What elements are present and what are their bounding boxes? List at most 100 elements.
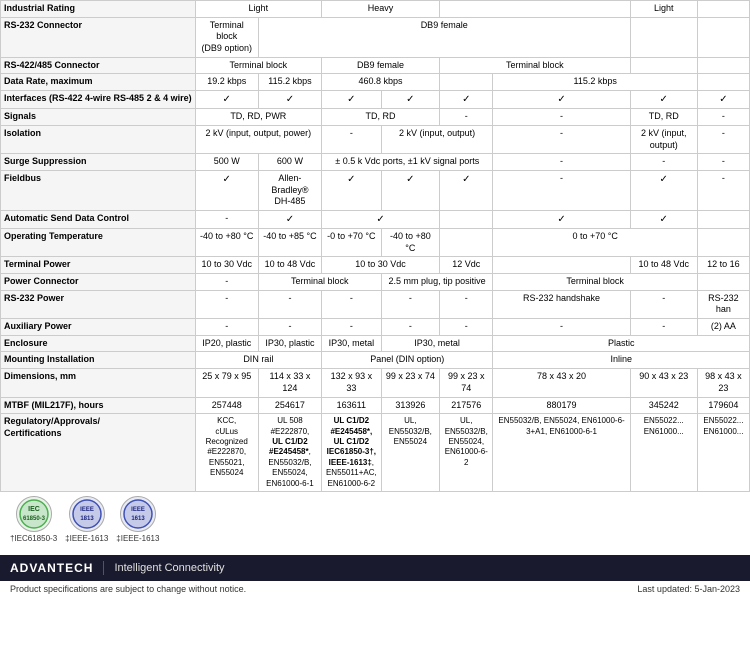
table-cell: ✓ — [381, 170, 439, 210]
table-cell: -40 to +80 °C — [381, 228, 439, 256]
iec-icon: IEC 61850-3 — [16, 496, 52, 532]
table-cell: 10 to 30 Vdc — [195, 257, 258, 274]
row-header: Automatic Send Data Control — [1, 210, 196, 228]
table-cell: 99 x 23 x 74 — [440, 369, 493, 397]
table-cell: - — [493, 154, 630, 171]
table-cell: 98 x 43 x 23 — [697, 369, 749, 397]
row-header: Regulatory/Approvals/Certifications — [1, 414, 196, 492]
table-cell: - — [195, 290, 258, 318]
svg-text:IEC: IEC — [28, 506, 40, 513]
table-cell: Light — [630, 1, 697, 18]
specifications-table: Industrial Rating Light Heavy Light RS-2… — [0, 0, 750, 492]
svg-text:IEEE: IEEE — [131, 507, 145, 513]
table-row: Dimensions, mm 25 x 79 x 95 114 x 33 x 1… — [1, 369, 750, 397]
table-cell — [630, 17, 697, 57]
table-cell: RS-232 handshake — [493, 290, 630, 318]
iec-label: †IEC61850-3 — [10, 534, 57, 543]
table-cell: TD, RD — [630, 109, 697, 126]
table-cell: ✓ — [258, 91, 321, 109]
table-cell: 257448 — [195, 397, 258, 414]
table-cell: 0 to +70 °C — [493, 228, 697, 256]
table-cell — [630, 57, 697, 74]
table-cell: - — [697, 125, 749, 153]
table-cell: 10 to 48 Vdc — [258, 257, 321, 274]
table-row: MTBF (MIL217F), hours 257448 254617 1636… — [1, 397, 750, 414]
table-cell: 114 x 33 x 124 — [258, 369, 321, 397]
row-header: Terminal Power — [1, 257, 196, 274]
row-header: Surge Suppression — [1, 154, 196, 171]
table-cell — [440, 1, 631, 18]
row-header: Operating Temperature — [1, 228, 196, 256]
table-row: Automatic Send Data Control - ✓ ✓ ✓ ✓ — [1, 210, 750, 228]
table-row: Industrial Rating Light Heavy Light — [1, 1, 750, 18]
table-cell: - — [697, 170, 749, 210]
table-row: Interfaces (RS-422 4-wire RS-485 2 & 4 w… — [1, 91, 750, 109]
table-cell: Panel (DIN option) — [322, 352, 493, 369]
table-cell: Terminal block — [440, 57, 631, 74]
table-cell: - — [322, 290, 382, 318]
table-cell: IP30, metal — [381, 335, 493, 352]
table-cell: 500 W — [195, 154, 258, 171]
table-cell: ✓ — [630, 91, 697, 109]
row-header: Data Rate, maximum — [1, 74, 196, 91]
ieee1-label: ‡IEEE-1613 — [65, 534, 108, 543]
table-cell: RS-232 han — [697, 290, 749, 318]
brand-tagline: Intelligent Connectivity — [114, 562, 224, 574]
table-cell: DB9 female — [322, 57, 440, 74]
table-cell: - — [697, 154, 749, 171]
table-cell: 313926 — [381, 397, 439, 414]
table-cell — [697, 74, 749, 91]
table-cell: - — [440, 319, 493, 336]
table-cell: 2 kV (input, output) — [381, 125, 493, 153]
table-cell: Inline — [493, 352, 750, 369]
table-cell — [697, 1, 749, 18]
row-header: Isolation — [1, 125, 196, 153]
svg-text:IEEE: IEEE — [80, 507, 94, 513]
table-cell: UL 508 #E222870,UL C1/D2#E245458*,EN5503… — [258, 414, 321, 492]
table-cell: TD, RD, PWR — [195, 109, 321, 126]
table-cell: 345242 — [630, 397, 697, 414]
table-cell: ✓ — [493, 210, 630, 228]
table-cell: 10 to 48 Vdc — [630, 257, 697, 274]
table-cell: Terminal block — [258, 274, 381, 291]
footer-updated: Last updated: 5-Jan-2023 — [637, 584, 740, 594]
table-cell: EN55022...EN61000... — [697, 414, 749, 492]
table-cell: 2 kV (input, output) — [630, 125, 697, 153]
table-row: Power Connector - Terminal block 2.5 mm … — [1, 274, 750, 291]
table-cell: EN55022...EN61000... — [630, 414, 697, 492]
table-cell: - — [493, 109, 630, 126]
table-cell: 19.2 kbps — [195, 74, 258, 91]
table-cell: - — [195, 274, 258, 291]
table-cell: UL, EN55032/B,EN55024 — [381, 414, 439, 492]
table-row: Isolation 2 kV (input, output, power) - … — [1, 125, 750, 153]
table-row: Terminal Power 10 to 30 Vdc 10 to 48 Vdc… — [1, 257, 750, 274]
table-cell: IP30, plastic — [258, 335, 321, 352]
table-cell: - — [493, 125, 630, 153]
table-cell: 600 W — [258, 154, 321, 171]
table-cell: ✓ — [322, 210, 440, 228]
table-cell — [697, 210, 749, 228]
table-cell: ✓ — [322, 91, 382, 109]
table-cell: 115.2 kbps — [493, 74, 697, 91]
row-header: Dimensions, mm — [1, 369, 196, 397]
table-cell: - — [322, 319, 382, 336]
table-cell: ✓ — [195, 170, 258, 210]
row-header: RS-422/485 Connector — [1, 57, 196, 74]
footer-bar: ADVANTECH Intelligent Connectivity — [0, 555, 750, 581]
table-row: Data Rate, maximum 19.2 kbps 115.2 kbps … — [1, 74, 750, 91]
row-header: Industrial Rating — [1, 1, 196, 18]
table-cell: 2 kV (input, output, power) — [195, 125, 321, 153]
cert-item-ieee2: IEEE 1613 ‡IEEE-1613 — [116, 496, 159, 543]
table-cell — [440, 228, 493, 256]
table-cell: ✓ — [697, 91, 749, 109]
table-cell: - — [493, 170, 630, 210]
table-cell: - — [630, 154, 697, 171]
row-header: Interfaces (RS-422 4-wire RS-485 2 & 4 w… — [1, 91, 196, 109]
table-cell: - — [493, 319, 630, 336]
table-cell: ✓ — [440, 170, 493, 210]
ieee2-icon: IEEE 1613 — [120, 496, 156, 532]
table-cell: ✓ — [322, 170, 382, 210]
table-cell: ✓ — [493, 91, 630, 109]
table-cell: - — [258, 290, 321, 318]
row-header: RS-232 Connector — [1, 17, 196, 57]
